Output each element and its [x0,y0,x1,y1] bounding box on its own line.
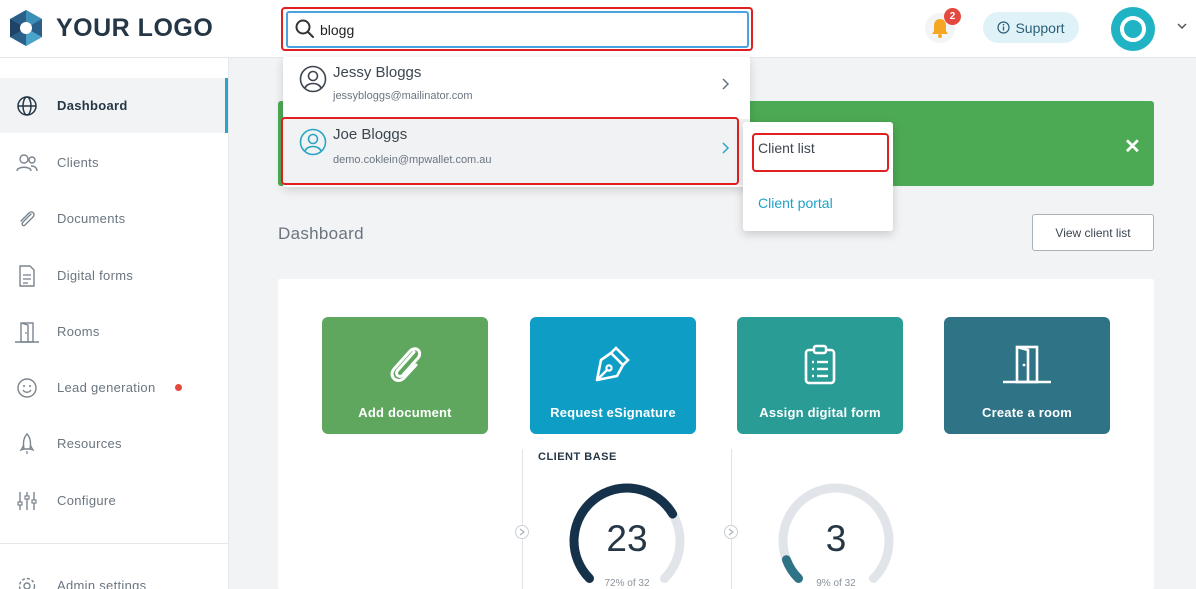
sidebar: Dashboard Clients Documents Digital form… [0,58,229,589]
close-icon[interactable]: ✕ [1124,134,1141,159]
add-document-tile[interactable]: Add document [322,317,488,434]
user-circle-icon [299,65,327,93]
assign-digital-form-tile[interactable]: Assign digital form [737,317,903,434]
sidebar-item-label: Admin settings [57,578,147,589]
result-email: jessybloggs@mailinator.com [333,90,473,102]
chevron-right-icon[interactable] [515,525,529,539]
chevron-down-icon[interactable] [1176,20,1188,32]
menu-item-client-portal[interactable]: Client portal [758,195,833,211]
result-name: Jessy Bloggs [333,64,422,81]
pen-nib-icon [593,342,633,386]
sidebar-item-rooms[interactable]: Rooms [0,304,228,359]
create-room-tile[interactable]: Create a room [944,317,1110,434]
divider-line [522,449,523,589]
chevron-right-icon [722,142,730,154]
client-base-label: CLIENT BASE [538,451,617,463]
sidebar-item-admin-settings[interactable]: Admin settings [0,558,228,589]
tile-label: Request eSignature [550,405,676,420]
result-email: demo.coklein@mpwallet.com.au [333,154,492,166]
gear-icon [14,573,40,589]
chevron-right-icon[interactable] [724,525,738,539]
user-avatar[interactable] [1111,7,1155,51]
sidebar-item-digital-forms[interactable]: Digital forms [0,248,228,303]
globe-icon [14,93,40,119]
support-label: Support [1015,19,1065,36]
sidebar-item-configure[interactable]: Configure [0,473,228,528]
sidebar-item-resources[interactable]: Resources [0,416,228,471]
gauge-caption: 72% of 32 [604,578,650,589]
sidebar-item-label: Resources [57,436,122,451]
paperclip-icon [385,342,425,386]
gauge-caption: 9% of 32 [816,578,856,589]
sidebar-item-label: Documents [57,211,126,226]
request-esignature-tile[interactable]: Request eSignature [530,317,696,434]
result-actions-menu: Client list Client portal [743,122,893,231]
rocket-icon [14,431,40,457]
divider-line [731,449,732,589]
smiley-icon [14,375,40,401]
sidebar-item-label: Clients [57,155,99,170]
sidebar-item-documents[interactable]: Documents [0,191,228,246]
search-box[interactable] [286,11,749,48]
search-result-item[interactable]: Jessy Bloggs jessybloggs@mailinator.com [283,57,750,119]
sliders-icon [14,488,40,514]
sidebar-item-clients[interactable]: Clients [0,135,228,190]
door-icon [14,319,40,345]
sidebar-item-label: Digital forms [57,268,134,283]
gauge-fill [781,555,804,583]
result-name: Joe Bloggs [333,126,408,143]
sidebar-item-label: Rooms [57,324,100,339]
search-results-dropdown: Jessy Bloggs jessybloggs@mailinator.com … [283,57,750,187]
sidebar-item-label: Dashboard [57,98,128,113]
clipboard-icon [803,342,837,386]
document-icon [14,263,40,289]
notification-badge: 2 [944,8,961,25]
gauge-value: 23 [606,518,648,559]
user-circle-icon [299,128,327,156]
search-result-item[interactable]: Joe Bloggs demo.coklein@mpwallet.com.au [283,119,750,185]
menu-item-client-list[interactable]: Client list [758,140,815,156]
tile-label: Assign digital form [759,405,881,420]
chevron-right-icon [722,78,730,90]
paperclip-icon [14,206,40,232]
support-button[interactable]: Support [983,12,1079,43]
sidebar-item-dashboard[interactable]: Dashboard [0,78,228,133]
tile-label: Create a room [981,405,1073,420]
page-title: Dashboard [278,224,364,243]
new-indicator-dot [175,384,182,391]
avatar-logo-icon [1120,16,1146,42]
logo-text: YOUR LOGO [56,13,214,42]
view-client-list-button[interactable]: View client list [1032,214,1154,251]
search-input[interactable] [320,19,720,41]
logo[interactable]: YOUR LOGO [6,8,213,48]
tile-label: Add document [358,405,452,420]
users-icon [14,150,40,176]
logo-icon [10,10,42,46]
gauge-value: 3 [825,518,847,559]
sidebar-item-label: Configure [57,493,117,508]
info-icon [997,21,1011,34]
search-icon [295,19,314,38]
sidebar-item-lead-generation[interactable]: Lead generation [0,360,228,415]
door-icon [1001,342,1053,386]
header: YOUR LOGO 2 Support [0,0,1196,58]
sidebar-item-label: Lead generation [57,380,156,395]
sidebar-divider [0,543,228,544]
